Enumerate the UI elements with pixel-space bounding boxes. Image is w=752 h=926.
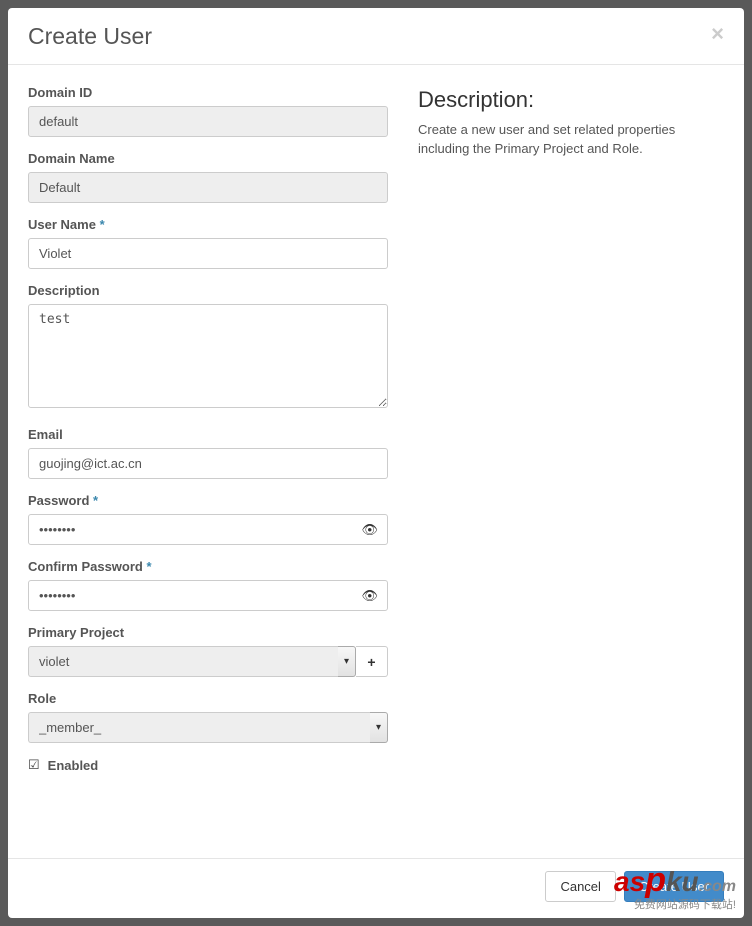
field-user-name: User Name * [28,217,388,269]
user-name-label: User Name * [28,217,388,232]
domain-id-label: Domain ID [28,85,388,100]
domain-name-label: Domain Name [28,151,388,166]
user-name-input[interactable] [28,238,388,269]
description-panel-text: Create a new user and set related proper… [418,121,724,159]
email-label: Email [28,427,388,442]
required-star-icon: * [93,493,98,508]
email-input[interactable] [28,448,388,479]
create-user-button[interactable]: Create User [624,871,724,902]
checkbox-checked-icon[interactable]: ☑ [28,757,40,773]
domain-id-input [28,106,388,137]
field-domain-name: Domain Name [28,151,388,203]
description-label: Description [28,283,388,298]
modal-body: Domain ID Domain Name User Name * Descri… [8,65,744,858]
field-domain-id: Domain ID [28,85,388,137]
role-select[interactable]: ▾ [28,712,388,743]
password-input[interactable] [28,514,388,545]
create-user-modal: Create User × Domain ID Domain Name User… [8,8,744,918]
required-star-icon: * [100,217,105,232]
confirm-password-label: Confirm Password * [28,559,388,574]
field-email: Email [28,427,388,479]
modal-header: Create User × [8,8,744,65]
modal-title: Create User [28,23,152,50]
description-textarea[interactable]: test [28,304,388,408]
enabled-checkbox[interactable]: ☑ Enabled [28,757,388,773]
field-role: Role ▾ [28,691,388,743]
field-primary-project: Primary Project ▾ + [28,625,388,677]
confirm-password-input[interactable] [28,580,388,611]
close-icon[interactable]: × [711,23,724,45]
password-label: Password * [28,493,388,508]
field-confirm-password: Confirm Password * 👁 [28,559,388,611]
primary-project-select[interactable]: ▾ [28,646,356,677]
add-project-button[interactable]: + [356,646,388,677]
field-description: Description test [28,283,388,413]
cancel-button[interactable]: Cancel [545,871,615,902]
description-panel-title: Description: [418,87,724,113]
chevron-down-icon[interactable]: ▾ [370,712,388,743]
primary-project-display[interactable] [28,646,338,677]
chevron-down-icon[interactable]: ▾ [338,646,356,677]
role-display[interactable] [28,712,370,743]
field-password: Password * 👁 [28,493,388,545]
primary-project-label: Primary Project [28,625,388,640]
eye-icon[interactable]: 👁 [361,588,378,604]
eye-icon[interactable]: 👁 [361,522,378,538]
role-label: Role [28,691,388,706]
domain-name-input [28,172,388,203]
modal-footer: Cancel Create User [8,858,744,918]
enabled-label: Enabled [48,758,99,773]
description-panel: Description: Create a new user and set r… [418,85,724,848]
form-column: Domain ID Domain Name User Name * Descri… [28,85,388,848]
required-star-icon: * [146,559,151,574]
